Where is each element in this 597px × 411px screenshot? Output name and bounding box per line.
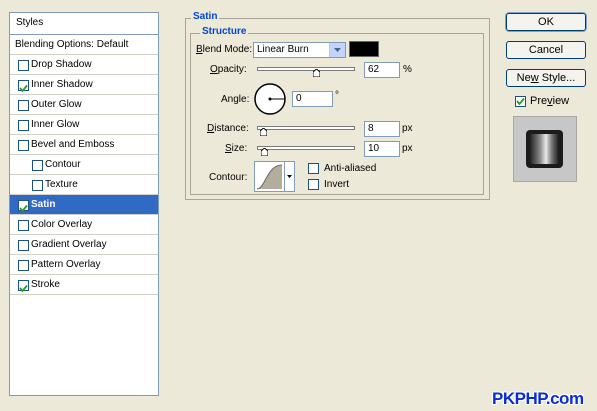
opacity-slider-thumb[interactable] (312, 68, 321, 78)
preview-swatch-icon (526, 130, 563, 168)
contour-label: Contour: (209, 172, 248, 183)
checkmark-icon (516, 97, 525, 106)
style-item-label: Inner Shadow (31, 79, 93, 90)
opacity-input[interactable]: 62 (364, 62, 400, 78)
blend-mode-label-mnemonic: B (196, 44, 203, 55)
style-item-label: Outer Glow (31, 99, 82, 110)
angle-unit: ° (335, 90, 339, 101)
contour-picker[interactable] (254, 161, 295, 192)
invert-label: Invert (324, 179, 350, 190)
style-checkbox[interactable] (18, 220, 29, 231)
blend-mode-label-text: lend Mode: (202, 44, 253, 55)
watermark-logo: PKPHP.com (492, 389, 584, 408)
style-item-inner-glow[interactable]: Inner Glow (10, 115, 158, 135)
structure-title: Structure (200, 26, 249, 38)
style-checkbox[interactable] (18, 240, 29, 251)
style-item-drop-shadow[interactable]: Drop Shadow (10, 55, 158, 75)
style-checkbox[interactable] (18, 260, 29, 271)
styles-header[interactable]: Styles (10, 13, 158, 35)
style-item-color-overlay[interactable]: Color Overlay (10, 215, 158, 235)
style-checkbox[interactable] (32, 160, 43, 171)
style-preview-thumbnail (513, 116, 577, 182)
checkmark-icon (19, 204, 28, 213)
anti-aliased-label: Anti-aliased (324, 163, 377, 174)
distance-label: Distance: (207, 123, 249, 134)
style-item-label: Stroke (31, 279, 60, 290)
checkmark-icon (19, 284, 28, 293)
style-item-gradient-overlay[interactable]: Gradient Overlay (10, 235, 158, 255)
distance-input[interactable]: 8 (364, 121, 400, 137)
style-checkbox[interactable] (18, 60, 29, 71)
size-input[interactable]: 10 (364, 141, 400, 157)
distance-label-text: istance: (214, 123, 249, 134)
size-label: Size: (225, 143, 247, 154)
style-checkbox[interactable] (32, 180, 43, 191)
style-checkbox[interactable] (18, 120, 29, 131)
blend-mode-select[interactable]: Linear Burn (253, 42, 346, 58)
style-checkbox[interactable] (18, 80, 29, 93)
distance-slider-track[interactable] (257, 126, 355, 130)
distance-unit: px (402, 123, 413, 134)
style-checkbox[interactable] (18, 200, 29, 213)
style-item-stroke[interactable]: Stroke (10, 275, 158, 295)
opacity-label-text: pacity: (217, 64, 247, 75)
size-label-text: ize: (231, 143, 248, 154)
angle-input[interactable]: 0 (292, 91, 333, 107)
invert-checkbox[interactable] (308, 179, 319, 190)
style-item-label: Gradient Overlay (31, 239, 107, 250)
size-unit: px (402, 143, 413, 154)
chevron-down-icon[interactable] (329, 43, 345, 57)
style-item-texture[interactable]: Texture (10, 175, 158, 195)
style-item-label: Inner Glow (31, 119, 80, 130)
style-item-label: Satin (31, 199, 56, 210)
style-item-bevel-and-emboss[interactable]: Bevel and Emboss (10, 135, 158, 155)
blend-mode-label: Blend Mode: (196, 44, 252, 55)
preview-text-a: Pre (530, 95, 548, 107)
cancel-button[interactable]: Cancel (506, 41, 586, 59)
satin-title: Satin (191, 11, 220, 23)
style-checkbox[interactable] (18, 140, 29, 151)
style-checkbox[interactable] (18, 280, 29, 293)
size-slider-track[interactable] (257, 146, 355, 150)
style-item-label: Pattern Overlay (31, 259, 101, 270)
opacity-label: Opacity: (210, 64, 247, 75)
style-item-outer-glow[interactable]: Outer Glow (10, 95, 158, 115)
preview-checkbox[interactable] (515, 96, 526, 107)
style-item-label: Bevel and Emboss (31, 139, 115, 150)
new-style-mnemonic: w (530, 72, 539, 84)
new-style-text-b: Style... (538, 72, 576, 84)
new-style-button[interactable]: New Style... (506, 69, 586, 87)
anti-aliased-checkbox[interactable] (308, 163, 319, 174)
checkmark-icon (19, 84, 28, 93)
blend-mode-value: Linear Burn (257, 44, 309, 55)
size-slider-thumb[interactable] (260, 147, 269, 157)
styles-list: Styles Blending Options: Default Drop Sh… (9, 12, 159, 396)
contour-curve-icon (256, 163, 283, 190)
angle-dial[interactable] (253, 82, 287, 116)
contour-dropdown-arrow[interactable] (284, 162, 294, 191)
ok-button[interactable]: OK (505, 12, 587, 32)
opacity-unit: % (403, 64, 412, 75)
style-item-contour[interactable]: Contour (10, 155, 158, 175)
style-checkbox[interactable] (18, 100, 29, 111)
satin-color-swatch[interactable] (349, 41, 379, 57)
style-item-pattern-overlay[interactable]: Pattern Overlay (10, 255, 158, 275)
new-style-text-a: Ne (516, 72, 531, 84)
style-item-label: Texture (45, 179, 78, 190)
style-item-inner-shadow[interactable]: Inner Shadow (10, 75, 158, 95)
size-label-mnemonic: S (225, 143, 232, 154)
opacity-slider-track[interactable] (257, 67, 355, 71)
angle-label: Angle: (221, 94, 250, 105)
style-item-label: Color Overlay (31, 219, 93, 230)
style-item-satin[interactable]: Satin (10, 195, 158, 215)
opacity-label-mnemonic: O (210, 64, 218, 75)
distance-slider-thumb[interactable] (259, 127, 268, 137)
preview-text-b: iew (552, 95, 570, 107)
preview-label: Preview (530, 95, 569, 107)
style-item-label: Drop Shadow (31, 59, 92, 70)
style-item-label: Contour (45, 159, 81, 170)
blending-options-item[interactable]: Blending Options: Default (10, 35, 158, 55)
